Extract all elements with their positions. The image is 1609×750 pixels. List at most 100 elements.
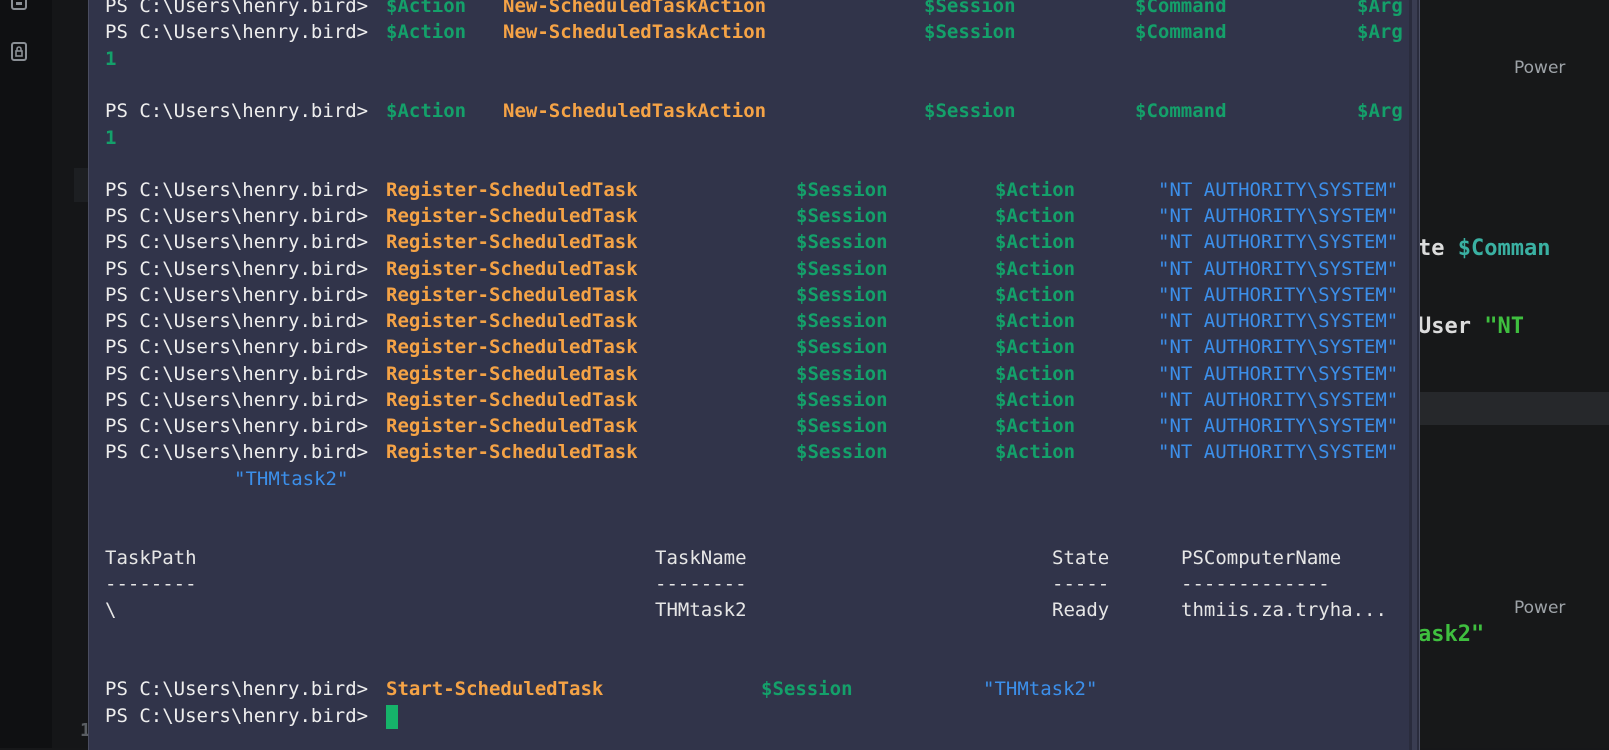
- cmdlet: Register-ScheduledTask: [386, 310, 638, 332]
- variable: $Session: [796, 179, 888, 201]
- variable: $Session: [924, 100, 1016, 122]
- terminal-line: PS C:\Users\henry.bird> $Action New-Sche…: [105, 100, 1403, 122]
- prompt: PS C:\Users\henry.bird>: [105, 678, 369, 700]
- variable: $Action: [995, 310, 1076, 332]
- variable: $Action: [995, 415, 1076, 437]
- string-literal: "NT AUTHORITY\SYSTEM": [1158, 389, 1399, 411]
- variable: $Action: [995, 336, 1076, 358]
- variable: $Arg: [1357, 100, 1403, 122]
- prompt: PS C:\Users\henry.bird>: [105, 205, 369, 227]
- editor-string: "NT: [1484, 314, 1524, 339]
- column-header: TaskName: [655, 547, 747, 569]
- string-literal: "NT AUTHORITY\SYSTEM": [1158, 441, 1399, 463]
- variable: $Session: [924, 21, 1016, 43]
- background-editor: Power te $Comman User "NT Power ask2": [1418, 0, 1609, 748]
- cmdlet: Register-ScheduledTask: [386, 231, 638, 253]
- prompt: PS C:\Users\henry.bird>: [105, 705, 369, 727]
- cmdlet: Register-ScheduledTask: [386, 258, 638, 280]
- prompt: PS C:\Users\henry.bird>: [105, 441, 369, 463]
- variable: $Session: [796, 336, 888, 358]
- string-literal: "NT AUTHORITY\SYSTEM": [1158, 336, 1399, 358]
- cmdlet: New-ScheduledTaskAction: [503, 0, 767, 17]
- hint-text: Power: [1514, 58, 1566, 78]
- editor-line: te $Comman: [1418, 236, 1550, 261]
- string-literal: "THMtask2": [983, 678, 1098, 700]
- terminal-line: 1: [105, 127, 151, 149]
- cmdlet: Register-ScheduledTask: [386, 441, 638, 463]
- activity-bar: [0, 0, 52, 748]
- table-underline-row: -------- -------- ----- -------------: [105, 573, 1330, 595]
- cmdlet: Register-ScheduledTask: [386, 179, 638, 201]
- prompt: PS C:\Users\henry.bird>: [105, 179, 369, 201]
- cmdlet: Start-ScheduledTask: [386, 678, 604, 700]
- string-literal: "NT AUTHORITY\SYSTEM": [1158, 179, 1399, 201]
- cmdlet: Register-ScheduledTask: [386, 205, 638, 227]
- hint-text: Power: [1514, 598, 1566, 618]
- string-literal: "NT AUTHORITY\SYSTEM": [1158, 205, 1399, 227]
- editor-gutter: 1: [52, 0, 91, 748]
- editor-string: ask2": [1418, 622, 1485, 647]
- editor-text: te: [1418, 236, 1458, 261]
- cmdlet: Register-ScheduledTask: [386, 389, 638, 411]
- text-cursor: [386, 705, 398, 729]
- column-header: TaskPath: [105, 547, 197, 569]
- editor-line: User "NT: [1418, 314, 1524, 339]
- prompt: PS C:\Users\henry.bird>: [105, 21, 369, 43]
- string-literal: "NT AUTHORITY\SYSTEM": [1158, 363, 1399, 385]
- table-header-row: TaskPath TaskName State PSComputerName: [105, 547, 1341, 569]
- prompt: PS C:\Users\henry.bird>: [105, 100, 369, 122]
- prompt: PS C:\Users\henry.bird>: [105, 415, 369, 437]
- terminal-line: 1: [105, 48, 151, 70]
- terminal-line: PS C:\Users\henry.bird> $Action New-Sche…: [105, 21, 1403, 43]
- variable: $Action: [995, 179, 1076, 201]
- terminal-line: PS C:\Users\henry.bird> Start-ScheduledT…: [105, 678, 1097, 700]
- variable: $Arg: [1357, 21, 1403, 43]
- string-literal: "NT AUTHORITY\SYSTEM": [1158, 415, 1399, 437]
- prompt: PS C:\Users\henry.bird>: [105, 231, 369, 253]
- column-header: State: [1052, 547, 1110, 569]
- prompt: PS C:\Users\henry.bird>: [105, 336, 369, 358]
- terminal-line: PS C:\Users\henry.bird> $Action New-Sche…: [105, 0, 1403, 17]
- variable: $Action: [995, 258, 1076, 280]
- column-underline: -------------: [1181, 573, 1330, 595]
- prompt: PS C:\Users\henry.bird>: [105, 363, 369, 385]
- variable: $Session: [796, 415, 888, 437]
- terminal-scrollbar-thumb[interactable]: [1412, 0, 1417, 750]
- prompt: PS C:\Users\henry.bird>: [105, 310, 369, 332]
- editor-variable: $Comman: [1457, 236, 1551, 261]
- column-underline: -----: [1052, 573, 1110, 595]
- table-cell: thmiis.za.tryha...: [1181, 599, 1387, 621]
- variable: $Session: [796, 284, 888, 306]
- variable: $Action: [995, 363, 1076, 385]
- files-icon[interactable]: [8, 0, 30, 12]
- variable: $Session: [924, 0, 1016, 17]
- variable: $Action: [995, 231, 1076, 253]
- table-row: \ THMtask2 Ready thmiis.za.tryha...: [105, 599, 1387, 621]
- variable: $Action: [995, 441, 1076, 463]
- variable: $Session: [796, 441, 888, 463]
- current-line-highlight: [1418, 392, 1609, 425]
- lock-icon[interactable]: [8, 40, 30, 62]
- variable: $Session: [796, 205, 888, 227]
- table-cell: THMtask2: [655, 599, 747, 621]
- terminal-input-line[interactable]: PS C:\Users\henry.bird>: [105, 705, 398, 729]
- terminal-scrollbar-track[interactable]: [1409, 0, 1419, 750]
- variable: $Action: [995, 205, 1076, 227]
- string-literal: "NT AUTHORITY\SYSTEM": [1158, 310, 1399, 332]
- variable: $Session: [796, 258, 888, 280]
- string-literal: "THMtask2": [234, 468, 349, 490]
- variable: $Action: [995, 284, 1076, 306]
- string-literal: "NT AUTHORITY\SYSTEM": [1158, 284, 1399, 306]
- cmdlet: Register-ScheduledTask: [386, 284, 638, 306]
- prompt: PS C:\Users\henry.bird>: [105, 389, 369, 411]
- gutter-marker: [74, 168, 88, 202]
- variable: $Command: [1135, 21, 1227, 43]
- column-underline: --------: [105, 573, 197, 595]
- string-literal: "NT AUTHORITY\SYSTEM": [1158, 231, 1399, 253]
- powershell-terminal[interactable]: PS C:\Users\henry.bird> $Action New-Sche…: [88, 0, 1420, 750]
- variable: $Arg: [1357, 0, 1403, 17]
- cmdlet: Register-ScheduledTask: [386, 336, 638, 358]
- table-cell: \: [105, 599, 117, 621]
- output-number: 1: [105, 48, 117, 70]
- cmdlet: Register-ScheduledTask: [386, 415, 638, 437]
